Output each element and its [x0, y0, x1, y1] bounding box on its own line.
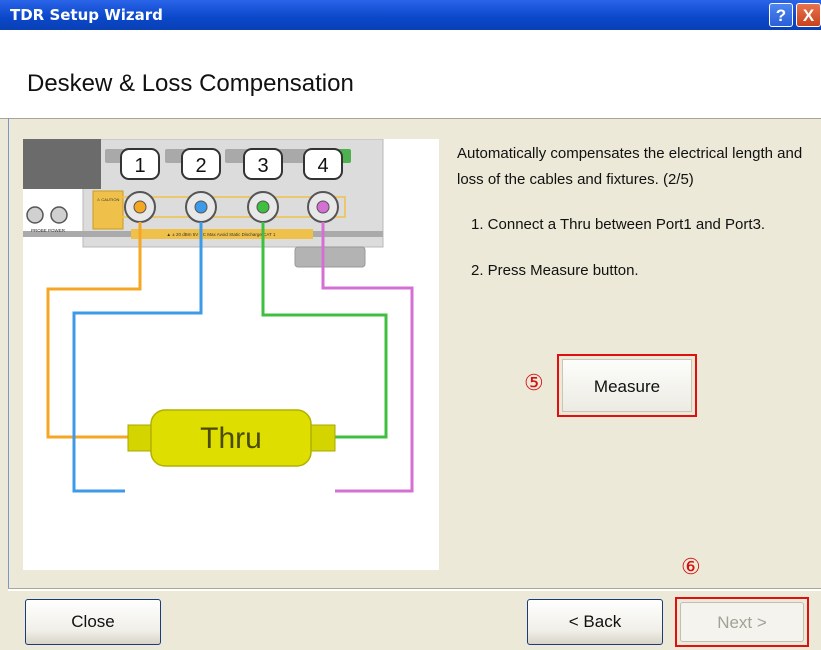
back-button[interactable]: < Back	[527, 599, 663, 645]
diagram-svg: ⚠ CAUTION PROBE POWER ▲ ± 20 dBm 5V DC M…	[23, 138, 414, 493]
frame-border	[8, 118, 9, 588]
port-1-label: 1	[134, 155, 145, 177]
description-text: Automatically compensates the electrical…	[457, 145, 803, 188]
page-heading: Deskew & Loss Compensation	[27, 70, 354, 97]
port-3-center	[256, 200, 270, 214]
footer-separator	[8, 588, 821, 591]
connection-diagram: ⚠ CAUTION PROBE POWER ▲ ± 20 dBm 5V DC M…	[23, 138, 439, 570]
port-4-label: 4	[317, 155, 328, 177]
thru-adapter: Thru	[127, 409, 336, 467]
caution-text: ⚠ CAUTION	[97, 197, 120, 202]
instrument-display	[23, 139, 101, 189]
port-2-center	[194, 200, 208, 214]
cable-port-1	[46, 222, 142, 439]
annotation-marker-6: ⑥	[681, 555, 701, 580]
probe-power-connector-b	[50, 206, 68, 224]
annotation-marker-5: ⑤	[524, 371, 544, 396]
port-2-label: 2	[195, 155, 206, 177]
wizard-header: Deskew & Loss Compensation	[0, 30, 821, 119]
warning-text: ▲ ± 20 dBm 5V DC Max Avoid Static Discha…	[167, 232, 276, 237]
thru-label: Thru	[200, 422, 262, 455]
step-1-text: 1. Connect a Thru between Port1 and Port…	[471, 216, 766, 233]
window-title: TDR Setup Wizard	[10, 6, 163, 24]
measure-highlight: Measure	[557, 354, 697, 417]
next-button[interactable]: Next >	[680, 602, 804, 642]
next-highlight: Next >	[675, 597, 809, 647]
help-button[interactable]: ?	[769, 3, 793, 27]
step-2-text: 2. Press Measure button.	[471, 262, 639, 279]
probe-power-label: PROBE POWER	[31, 228, 66, 233]
title-bar: TDR Setup Wizard ? X	[0, 0, 821, 30]
port-3-label: 3	[257, 155, 268, 177]
instrument-foot	[294, 246, 366, 268]
port-1-center	[133, 200, 147, 214]
window-close-button[interactable]: X	[796, 3, 821, 27]
measure-button[interactable]: Measure	[562, 359, 692, 412]
close-button[interactable]: Close	[25, 599, 161, 645]
port-4-center	[316, 200, 330, 214]
probe-power-connector-a	[26, 206, 44, 224]
